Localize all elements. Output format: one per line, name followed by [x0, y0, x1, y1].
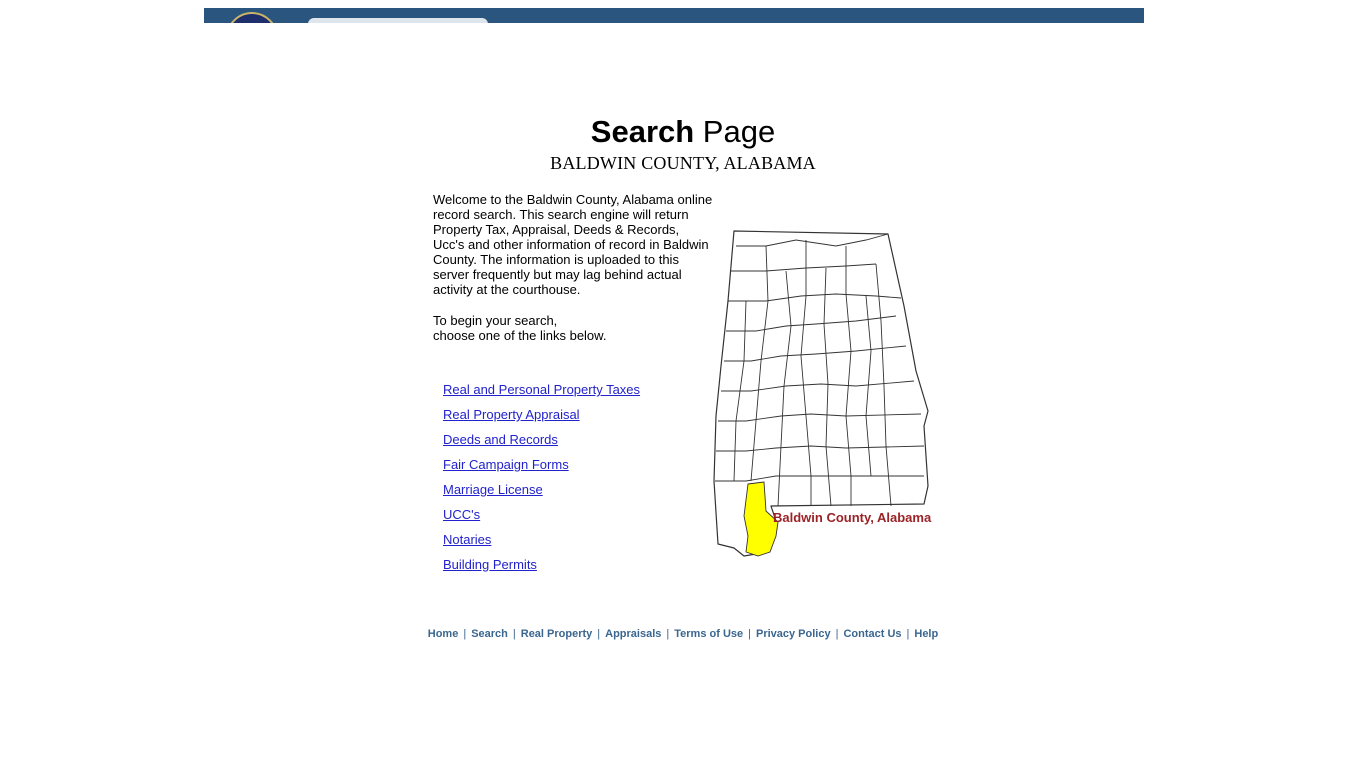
page-title-bold: Search	[590, 114, 695, 149]
footer-separator: |	[748, 628, 751, 640]
footer-separator: |	[597, 628, 601, 640]
footer-nav: Home | Search | Real Property | Appraisals | Ter…	[0, 628, 1366, 640]
footer-separator: |	[512, 628, 516, 640]
map-label: Baldwin County, Alabama	[773, 510, 932, 525]
footer-separator: |	[463, 628, 467, 640]
intro-paragraph: Welcome to the Baldwin County, Alabama o…	[433, 192, 713, 297]
intro-text: Welcome to the Baldwin County, Alabama o…	[433, 192, 713, 359]
link-fair-campaign-forms[interactable]: Fair Campaign Forms	[443, 456, 640, 481]
instructions-line-1: To begin your search,	[433, 313, 558, 328]
link-notaries[interactable]: Notaries	[443, 531, 640, 556]
instructions: To begin your search, choose one of the l…	[433, 313, 713, 343]
footer-link-contact-us[interactable]: Contact Us	[843, 628, 901, 640]
footer-separator: |	[666, 628, 670, 640]
header-title	[308, 18, 488, 23]
footer-link-terms-of-use[interactable]: Terms of Use	[674, 628, 743, 640]
footer-link-home[interactable]: Home	[428, 628, 459, 640]
page-title-rest: Page	[694, 114, 776, 149]
link-property-appraisal[interactable]: Real Property Appraisal	[443, 406, 640, 431]
footer-link-help[interactable]: Help	[914, 628, 938, 640]
header-banner	[204, 8, 1144, 23]
link-property-taxes[interactable]: Real and Personal Property Taxes	[443, 381, 640, 406]
link-deeds-records[interactable]: Deeds and Records	[443, 431, 640, 456]
footer-link-search[interactable]: Search	[471, 628, 508, 640]
footer-separator: |	[906, 628, 910, 640]
page-subtitle: BALDWIN COUNTY, ALABAMA	[550, 153, 816, 173]
page-title: Search Page	[0, 114, 1366, 150]
instructions-line-2: choose one of the links below.	[433, 328, 607, 343]
link-building-permits[interactable]: Building Permits	[443, 556, 640, 581]
link-uccs[interactable]: UCC's	[443, 506, 640, 531]
footer-link-real-property[interactable]: Real Property	[521, 628, 593, 640]
footer-separator: |	[835, 628, 839, 640]
footer-link-appraisals[interactable]: Appraisals	[605, 628, 661, 640]
county-seal-icon	[226, 12, 278, 23]
link-marriage-license[interactable]: Marriage License	[443, 481, 640, 506]
footer-link-privacy-policy[interactable]: Privacy Policy	[756, 628, 831, 640]
search-links: Real and Personal Property Taxes Real Pr…	[443, 381, 640, 581]
